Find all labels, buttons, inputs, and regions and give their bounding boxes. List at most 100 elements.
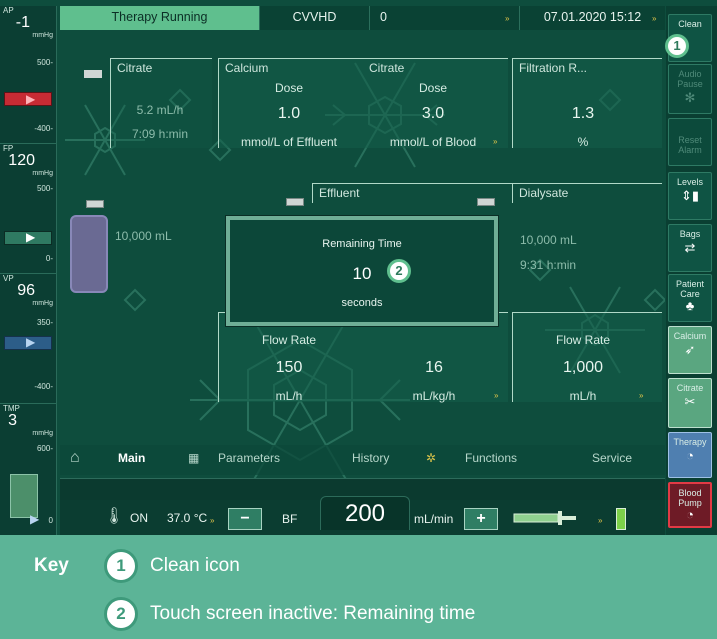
key-legend: Key 1 Clean icon 2 Touch screen inactive… — [0, 535, 717, 639]
remaining-time-dialog: Remaining Time 10 seconds — [226, 216, 498, 326]
chevron-right-icon: » — [505, 14, 510, 23]
bags-button[interactable]: Bags ⇄ — [668, 224, 712, 272]
dialysate-title: Dialysate — [519, 186, 569, 200]
thermometer-icon: 🌡 — [104, 508, 125, 525]
status-count: 0 » — [370, 6, 520, 30]
remaining-time-title: Remaining Time — [322, 238, 402, 250]
blood-pump-icon: ◔ — [686, 507, 694, 522]
increase-blood-flow-button[interactable]: + — [464, 508, 498, 530]
tmp-tick-low: 0 — [48, 516, 53, 525]
tmp-value: 3 — [8, 412, 17, 429]
therapy-mode: CVVHD — [260, 6, 370, 30]
effluent-title: Effluent — [319, 186, 360, 200]
bottom-control-bar: 🌡 ON 37.0 °C » − BF 200 mL/min + » — [60, 496, 665, 535]
citrate-dose-label: Dose — [418, 81, 447, 95]
ap-tick-low: -400- — [34, 124, 53, 133]
levels-label: Levels — [676, 177, 703, 187]
chevron-right-icon: » — [652, 14, 657, 23]
key-number-2: 2 — [104, 597, 138, 631]
ap-value: -1 — [15, 14, 30, 31]
citrate-button[interactable]: Citrate ✂ — [668, 378, 712, 428]
citrate-dose-value: 3.0 — [421, 105, 445, 122]
calcium-label: Calcium — [673, 331, 707, 341]
tab-parameters[interactable]: Parameters — [218, 451, 280, 465]
bags-label: Bags — [679, 229, 701, 239]
heater-temperature: 37.0 °C — [167, 511, 208, 525]
vp-tick-low: -400- — [34, 382, 53, 391]
tab-service[interactable]: Service — [592, 451, 632, 465]
filtration-value: 1.3 — [571, 105, 595, 122]
filtration-unit: % — [577, 135, 589, 149]
calcium-title: Calcium — [225, 61, 269, 75]
fp-pressure-block: FP 120 mmHg 500- ▶ 0- — [0, 143, 57, 273]
calcium-syringe-icon: ➶ — [684, 342, 696, 357]
calcium-dose-unit: mmol/L of Effluent — [240, 135, 338, 149]
tmp-unit: mmHg — [32, 430, 53, 437]
patient-care-icon: ♣ — [685, 298, 695, 313]
vp-value: 96 — [17, 282, 35, 299]
blood-pump-button[interactable]: Blood Pump ◔ — [668, 482, 712, 528]
filtration-panel[interactable]: Filtration R... 1.3 % — [512, 58, 662, 149]
chevron-right-icon: » — [639, 391, 644, 400]
tmp-tick-high: 600- — [36, 444, 53, 453]
patient-care-button[interactable]: Patient Care ♣ — [668, 274, 712, 322]
vp-arrow-icon: ▶ — [26, 335, 36, 349]
clean-label: Clean — [678, 19, 702, 29]
calcium-dose-label: Dose — [274, 81, 303, 95]
calcium-panel[interactable]: Calcium Dose 1.0 mmol/L of Effluent — [218, 58, 363, 149]
dialysate-bag-cap-icon — [477, 198, 495, 206]
citrate-panel[interactable]: Citrate Dose 3.0 mmol/L of Blood » — [363, 58, 508, 149]
parameters-icon: ▦ — [188, 451, 200, 465]
fp-tick-low: 0- — [45, 254, 53, 263]
dialysate-volume: 10,000 mL — [520, 233, 577, 247]
tab-functions[interactable]: Functions — [465, 451, 517, 465]
main-navigation: ⌂ Main ▦ Parameters History ✲ Functions … — [60, 445, 665, 475]
remaining-time-value: 10 — [352, 264, 372, 283]
effluent-bag-cap-icon — [286, 198, 304, 206]
syringe-cap-icon — [84, 70, 102, 78]
levels-button[interactable]: Levels ⇕▮ — [668, 172, 712, 220]
filtration-title: Filtration R... — [519, 61, 588, 75]
effluent-bag-volume: 10,000 mL — [115, 229, 172, 243]
ap-label: AP — [3, 6, 14, 15]
therapy-label: Therapy — [673, 437, 707, 447]
calcium-button[interactable]: Calcium ➶ — [668, 326, 712, 374]
device-screen: AP -1 mmHg 500- ▶ -400- FP 120 mmHg 500-… — [0, 0, 717, 535]
ap-arrow-icon: ▶ — [26, 92, 36, 106]
chevron-right-icon: » — [493, 137, 498, 146]
calcium-dose-value: 1.0 — [277, 105, 301, 122]
tab-main[interactable]: Main — [118, 451, 145, 465]
blood-flow-value: 200 — [320, 496, 410, 530]
fp-value: 120 — [8, 152, 35, 169]
therapy-button[interactable]: Therapy ◔ — [668, 432, 712, 478]
fp-arrow-icon: ▶ — [26, 230, 36, 244]
home-icon[interactable]: ⌂ — [70, 449, 80, 467]
ap-pressure-block: AP -1 mmHg 500- ▶ -400- — [0, 6, 57, 141]
ap-unit: mmHg — [32, 32, 53, 39]
citrate-left-title: Citrate — [117, 61, 153, 75]
citrate-icon: ✂ — [684, 394, 696, 409]
tab-history[interactable]: History — [352, 451, 389, 465]
citrate-left-panel[interactable]: Citrate 5.2 mL/h 7:09 h:min — [110, 58, 212, 148]
key-heading: Key — [34, 555, 69, 576]
effluent-flow-value: 150 — [275, 359, 303, 376]
decrease-blood-flow-button[interactable]: − — [228, 508, 262, 530]
dialysate-flow-label: Flow Rate — [555, 333, 611, 347]
citrate-dose-unit: mmol/L of Blood — [389, 135, 477, 149]
syringe-icon — [513, 511, 576, 525]
reset-alarm-button[interactable]: Reset Alarm — [668, 118, 712, 166]
key-text-1: Clean icon — [150, 555, 240, 576]
dialysate-header: Dialysate — [512, 183, 662, 203]
blood-flow-label: BF — [282, 512, 298, 526]
dialysate-flow-panel[interactable]: Flow Rate 1,000 mL/h » — [512, 312, 662, 403]
date-time-value: 07.01.2020 15:12 — [543, 10, 642, 24]
dialysate-flow-value: 1,000 — [562, 359, 604, 376]
date-time: 07.01.2020 15:12 » — [520, 6, 665, 30]
tmp-arrow-icon: ▶ — [30, 512, 40, 526]
status-bar: Therapy Running CVVHD 0 » 07.01.2020 15:… — [60, 6, 665, 30]
bags-icon: ⇄ — [684, 240, 696, 255]
audio-pause-button[interactable]: Audio Pause ✻ — [668, 64, 712, 114]
pressure-sidebar: AP -1 mmHg 500- ▶ -400- FP 120 mmHg 500-… — [0, 6, 57, 535]
citrate-label: Citrate — [676, 383, 704, 393]
vp-pressure-block: VP 96 mmHg 350- ▶ -400- — [0, 273, 57, 403]
